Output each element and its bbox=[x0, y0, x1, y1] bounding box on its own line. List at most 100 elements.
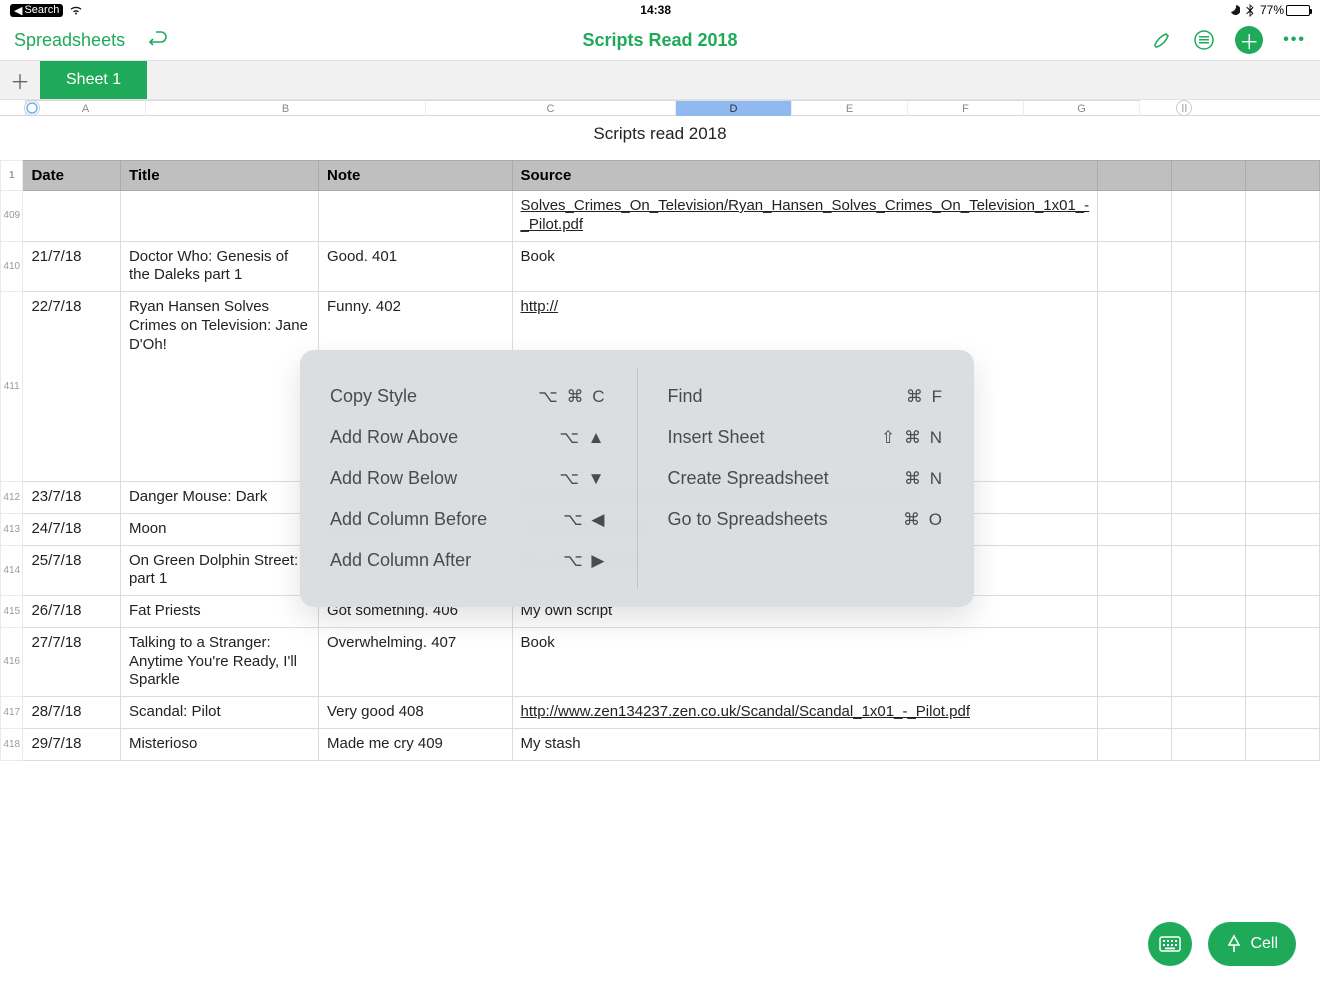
menu-item[interactable]: Copy Style⌥ ⌘ C bbox=[330, 376, 607, 417]
cell-note[interactable]: Overwhelming. 407 bbox=[319, 627, 513, 696]
cell-empty[interactable] bbox=[1098, 191, 1172, 242]
cell-empty[interactable] bbox=[1172, 627, 1246, 696]
cell-source[interactable]: Solves_Crimes_On_Television/Ryan_Hansen_… bbox=[512, 191, 1098, 242]
cell-date[interactable]: 23/7/18 bbox=[23, 482, 121, 514]
cell-note[interactable]: Good. 401 bbox=[319, 241, 513, 292]
cell-fab[interactable]: Cell bbox=[1208, 922, 1296, 966]
format-brush-icon[interactable] bbox=[1151, 29, 1173, 51]
menu-item[interactable]: Add Row Below⌥ ▼ bbox=[330, 458, 607, 499]
row-number[interactable]: 416 bbox=[1, 627, 23, 696]
cell-title[interactable] bbox=[120, 191, 318, 242]
cell-empty[interactable] bbox=[1172, 545, 1246, 596]
row-number[interactable]: 409 bbox=[1, 191, 23, 242]
table-row[interactable]: 409 Solves_Crimes_On_Television/Ryan_Hans… bbox=[1, 191, 1320, 242]
table-row[interactable]: 41728/7/18Scandal: PilotVery good 408htt… bbox=[1, 697, 1320, 729]
table-header[interactable]: Title bbox=[120, 161, 318, 191]
cell-empty[interactable] bbox=[1098, 697, 1172, 729]
cell-empty[interactable] bbox=[1172, 482, 1246, 514]
cell-empty[interactable] bbox=[1098, 292, 1172, 482]
cell-date[interactable]: 28/7/18 bbox=[23, 697, 121, 729]
cell-title[interactable]: Ryan Hansen Solves Crimes on Television:… bbox=[120, 292, 318, 482]
cell-date[interactable]: 25/7/18 bbox=[23, 545, 121, 596]
cell-date[interactable]: 26/7/18 bbox=[23, 596, 121, 628]
more-menu-icon[interactable]: ••• bbox=[1283, 31, 1306, 49]
cell-empty[interactable] bbox=[1172, 596, 1246, 628]
cell-empty[interactable] bbox=[1246, 728, 1320, 760]
column-header-G[interactable]: G bbox=[1024, 100, 1140, 116]
cell-date[interactable]: 24/7/18 bbox=[23, 513, 121, 545]
cell-empty[interactable] bbox=[1098, 728, 1172, 760]
menu-item[interactable]: Add Column After⌥ ▶ bbox=[330, 540, 607, 581]
menu-icon[interactable] bbox=[1193, 29, 1215, 51]
cell-empty[interactable] bbox=[1246, 191, 1320, 242]
cell-title[interactable]: Moon bbox=[120, 513, 318, 545]
cell-note[interactable]: Very good 408 bbox=[319, 697, 513, 729]
cell-title[interactable]: Fat Priests bbox=[120, 596, 318, 628]
table-header[interactable]: Note bbox=[319, 161, 513, 191]
cell-title[interactable]: Talking to a Stranger: Anytime You're Re… bbox=[120, 627, 318, 696]
menu-item[interactable]: Find⌘ F bbox=[668, 376, 945, 417]
cell-empty[interactable] bbox=[1246, 513, 1320, 545]
cell-date[interactable] bbox=[23, 191, 121, 242]
cell-date[interactable]: 29/7/18 bbox=[23, 728, 121, 760]
column-header-C[interactable]: C bbox=[426, 100, 676, 116]
table-row[interactable]: 41627/7/18Talking to a Stranger: Anytime… bbox=[1, 627, 1320, 696]
cell-empty[interactable] bbox=[1098, 627, 1172, 696]
cell-title[interactable]: Doctor Who: Genesis of the Daleks part 1 bbox=[120, 241, 318, 292]
cell-empty[interactable] bbox=[1172, 513, 1246, 545]
column-header-F[interactable]: F bbox=[908, 100, 1024, 116]
undo-button[interactable] bbox=[147, 30, 171, 50]
back-to-app-chip[interactable]: ◀ Search bbox=[10, 4, 63, 17]
column-resize-handle[interactable] bbox=[1176, 100, 1192, 116]
cell-title[interactable]: Danger Mouse: Dark bbox=[120, 482, 318, 514]
add-sheet-button[interactable]: ＋ bbox=[0, 61, 40, 99]
back-to-spreadsheets-button[interactable]: Spreadsheets bbox=[14, 30, 125, 51]
cell-empty[interactable] bbox=[1098, 545, 1172, 596]
cell-note[interactable] bbox=[319, 191, 513, 242]
row-number[interactable]: 412 bbox=[1, 482, 23, 514]
cell-empty[interactable] bbox=[1172, 191, 1246, 242]
table-header[interactable] bbox=[1098, 161, 1172, 191]
row-number[interactable]: 418 bbox=[1, 728, 23, 760]
row-number[interactable]: 411 bbox=[1, 292, 23, 482]
column-header-A[interactable]: A bbox=[26, 100, 146, 116]
insert-button[interactable]: ＋ bbox=[1235, 26, 1263, 54]
cell-date[interactable]: 21/7/18 bbox=[23, 241, 121, 292]
menu-item[interactable]: Insert Sheet⇧ ⌘ N bbox=[668, 417, 945, 458]
cell-empty[interactable] bbox=[1246, 545, 1320, 596]
table-header[interactable]: Source bbox=[512, 161, 1098, 191]
sheet-tab-active[interactable]: Sheet 1 bbox=[40, 61, 147, 99]
row-number[interactable]: 413 bbox=[1, 513, 23, 545]
menu-item[interactable]: Add Row Above⌥ ▲ bbox=[330, 417, 607, 458]
menu-item[interactable]: Add Column Before⌥ ◀ bbox=[330, 499, 607, 540]
cell-title[interactable]: On Green Dolphin Street: part 1 bbox=[120, 545, 318, 596]
menu-item[interactable]: Create Spreadsheet⌘ N bbox=[668, 458, 945, 499]
column-header-E[interactable]: E bbox=[792, 100, 908, 116]
row-number[interactable]: 417 bbox=[1, 697, 23, 729]
cell-source[interactable]: Book bbox=[512, 241, 1098, 292]
column-header-B[interactable]: B bbox=[146, 100, 426, 116]
row-number[interactable]: 415 bbox=[1, 596, 23, 628]
cell-empty[interactable] bbox=[1098, 482, 1172, 514]
cell-title[interactable]: Scandal: Pilot bbox=[120, 697, 318, 729]
cell-empty[interactable] bbox=[1172, 292, 1246, 482]
table-row[interactable]: 41021/7/18Doctor Who: Genesis of the Dal… bbox=[1, 241, 1320, 292]
cell-empty[interactable] bbox=[1098, 513, 1172, 545]
cell-empty[interactable] bbox=[1246, 482, 1320, 514]
cell-empty[interactable] bbox=[1172, 697, 1246, 729]
column-header-D[interactable]: D bbox=[676, 100, 792, 116]
table-row[interactable]: 41829/7/18MisteriosoMade me cry 409My st… bbox=[1, 728, 1320, 760]
table-header[interactable] bbox=[1246, 161, 1320, 191]
table-header[interactable] bbox=[1172, 161, 1246, 191]
cell-source[interactable]: My stash bbox=[512, 728, 1098, 760]
cell-title[interactable]: Misterioso bbox=[120, 728, 318, 760]
column-ruler[interactable]: ABCDEFG bbox=[0, 100, 1320, 116]
cell-empty[interactable] bbox=[1098, 596, 1172, 628]
cell-empty[interactable] bbox=[1246, 627, 1320, 696]
cell-date[interactable]: 27/7/18 bbox=[23, 627, 121, 696]
menu-item[interactable]: Go to Spreadsheets⌘ O bbox=[668, 499, 945, 540]
cell-empty[interactable] bbox=[1246, 596, 1320, 628]
cell-empty[interactable] bbox=[1098, 241, 1172, 292]
cell-empty[interactable] bbox=[1246, 292, 1320, 482]
cell-empty[interactable] bbox=[1172, 241, 1246, 292]
